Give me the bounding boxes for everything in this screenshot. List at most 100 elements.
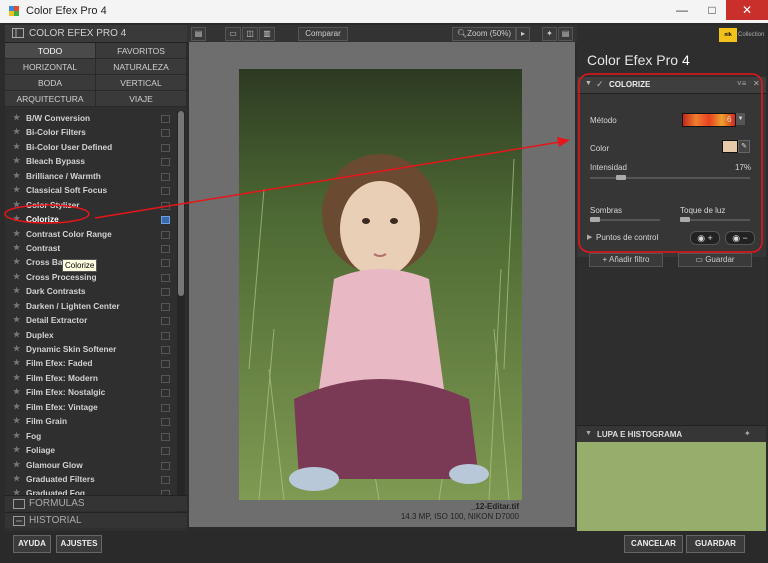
filter-list-item[interactable]: ★ Bi-Color Filters [5,125,175,139]
filter-panel-header[interactable]: COLOR EFEX PRO 4 [5,25,187,43]
remove-control-point-button[interactable]: ◉ − [725,231,755,245]
filter-preset-icon[interactable] [161,129,170,138]
method-dropdown-icon[interactable]: ▼ [736,113,745,125]
category-tab[interactable]: FAVORITOS [96,43,187,59]
filter-list-item[interactable]: ★ Colorize [5,212,175,226]
save-preset-button[interactable]: ▭ Guardar [678,253,752,267]
zoom-dropdown-icon[interactable]: ▸ [516,27,530,41]
help-button[interactable]: AYUDA [13,535,51,553]
filter-preset-icon[interactable] [161,230,170,239]
lightbulb-icon[interactable]: ✦ [542,27,557,41]
filter-list-item[interactable]: ★ Film Grain [5,414,175,428]
enable-check-icon[interactable]: ✓ [596,79,604,90]
filter-list-item[interactable]: ★ Detail Extractor [5,313,175,327]
filter-preset-icon[interactable] [161,346,170,354]
filter-list-item[interactable]: ★ Graduated Filters [5,472,175,486]
zoom-select[interactable]: 🔍︎Zoom (50%) [452,27,516,41]
favorite-star-icon[interactable]: ★ [13,154,20,168]
filter-preset-icon[interactable] [161,447,170,456]
single-view-icon[interactable]: ▭ [225,27,241,41]
filter-preset-icon[interactable] [161,461,170,470]
filter-list-item[interactable]: ★ Duplex [5,328,175,342]
favorite-star-icon[interactable]: ★ [13,140,20,154]
category-tab[interactable]: VIAJE [96,91,187,107]
favorite-star-icon[interactable]: ★ [13,270,20,284]
favorite-star-icon[interactable]: ★ [13,125,20,139]
minimize-button[interactable]: — [668,0,696,20]
filter-list-item[interactable]: ★ Contrast Color Range [5,227,175,241]
highlights-slider[interactable] [680,217,750,222]
filter-list-scrollbar[interactable] [177,111,185,519]
highlights-slider-knob[interactable] [680,217,690,222]
loupe-header[interactable]: ▼ LUPA E HISTOGRAMA ✦ [577,425,766,442]
filter-list-item[interactable]: ★ Foliage [5,443,175,457]
filter-preset-icon[interactable] [161,143,170,152]
settings-button[interactable]: AJUSTES [56,535,102,553]
filter-preset-icon[interactable] [161,317,170,326]
favorite-star-icon[interactable]: ★ [13,429,20,443]
filter-preset-icon[interactable] [161,475,170,484]
panel-toggle-icon[interactable]: ▤ [191,27,206,41]
favorite-star-icon[interactable]: ★ [13,400,20,414]
filter-preset-icon[interactable] [161,244,170,253]
save-button[interactable]: GUARDAR [686,535,745,553]
filter-preset-icon[interactable] [161,259,170,268]
filter-preset-icon[interactable] [161,403,170,412]
filter-list-item[interactable]: ★ Dynamic Skin Softener [5,342,175,356]
filter-header[interactable]: ▼ ✓ COLORIZE ˅≡ ✕ [577,77,766,94]
favorite-star-icon[interactable]: ★ [13,414,20,428]
filter-list-item[interactable]: ★ Bi-Color User Defined [5,140,175,154]
favorite-star-icon[interactable]: ★ [13,299,20,313]
filter-list-item[interactable]: ★ Darken / Lighten Center [5,299,175,313]
filter-list-item[interactable]: ★ B/W Conversion [5,111,175,125]
filter-preset-icon[interactable] [161,273,170,282]
eyedropper-icon[interactable]: ✎ [738,140,750,153]
favorite-star-icon[interactable]: ★ [13,212,20,226]
filter-preset-icon[interactable] [161,302,170,311]
cancel-button[interactable]: CANCELAR [624,535,683,553]
scrollbar-thumb[interactable] [178,111,184,296]
category-tab[interactable]: HORIZONTAL [5,59,96,75]
filter-preset-icon[interactable] [161,432,170,441]
favorite-star-icon[interactable]: ★ [13,183,20,197]
filter-preset-icon[interactable] [161,331,170,340]
close-button[interactable]: ✕ [726,0,768,20]
history-section[interactable]: HISTORIAL [5,512,187,528]
filter-list-item[interactable]: ★ Film Efex: Faded [5,356,175,370]
category-tab[interactable]: ARQUITECTURA [5,91,96,107]
favorite-star-icon[interactable]: ★ [13,241,20,255]
favorite-star-icon[interactable]: ★ [13,342,20,356]
favorite-star-icon[interactable]: ★ [13,284,20,298]
favorite-star-icon[interactable]: ★ [13,255,20,269]
color-swatch[interactable] [722,140,738,153]
category-tab[interactable]: NATURALEZA [96,59,187,75]
filter-list-item[interactable]: ★ Film Efex: Modern [5,371,175,385]
filter-preset-icon[interactable] [161,187,170,196]
expand-arrow-icon[interactable]: ▶ [587,233,592,241]
filter-preset-icon[interactable] [161,115,170,123]
category-tab[interactable]: TODO [5,43,96,59]
compare-button[interactable]: Comparar [298,27,348,41]
filter-preset-icon[interactable] [161,389,170,398]
image-canvas[interactable]: _12-Editar.tif 14.3 MP, ISO 100, NIKON D… [189,42,575,527]
intensity-slider[interactable] [590,175,750,180]
favorite-star-icon[interactable]: ★ [13,313,20,327]
filter-preset-icon[interactable] [161,374,170,383]
split-view-icon[interactable]: ◫ [242,27,258,41]
loupe-collapse-icon[interactable]: ▼ [585,430,592,437]
filter-list-item[interactable]: ★ Film Efex: Nostalgic [5,385,175,399]
category-tab[interactable]: BODA [5,75,96,91]
filter-list-item[interactable]: ★ Fog [5,429,175,443]
favorite-star-icon[interactable]: ★ [13,458,20,472]
maximize-button[interactable]: □ [698,0,726,20]
favorite-star-icon[interactable]: ★ [13,356,20,370]
favorite-star-icon[interactable]: ★ [13,371,20,385]
favorite-star-icon[interactable]: ★ [13,227,20,241]
filter-preset-icon[interactable] [161,360,170,369]
collapse-arrow-icon[interactable]: ▼ [585,80,592,87]
add-control-point-button[interactable]: ◉ + [690,231,720,245]
filter-preset-icon[interactable] [161,158,170,167]
filter-list-item[interactable]: ★ Dark Contrasts [5,284,175,298]
favorite-star-icon[interactable]: ★ [13,169,20,183]
filter-list-item[interactable]: ★ Film Efex: Vintage [5,400,175,414]
